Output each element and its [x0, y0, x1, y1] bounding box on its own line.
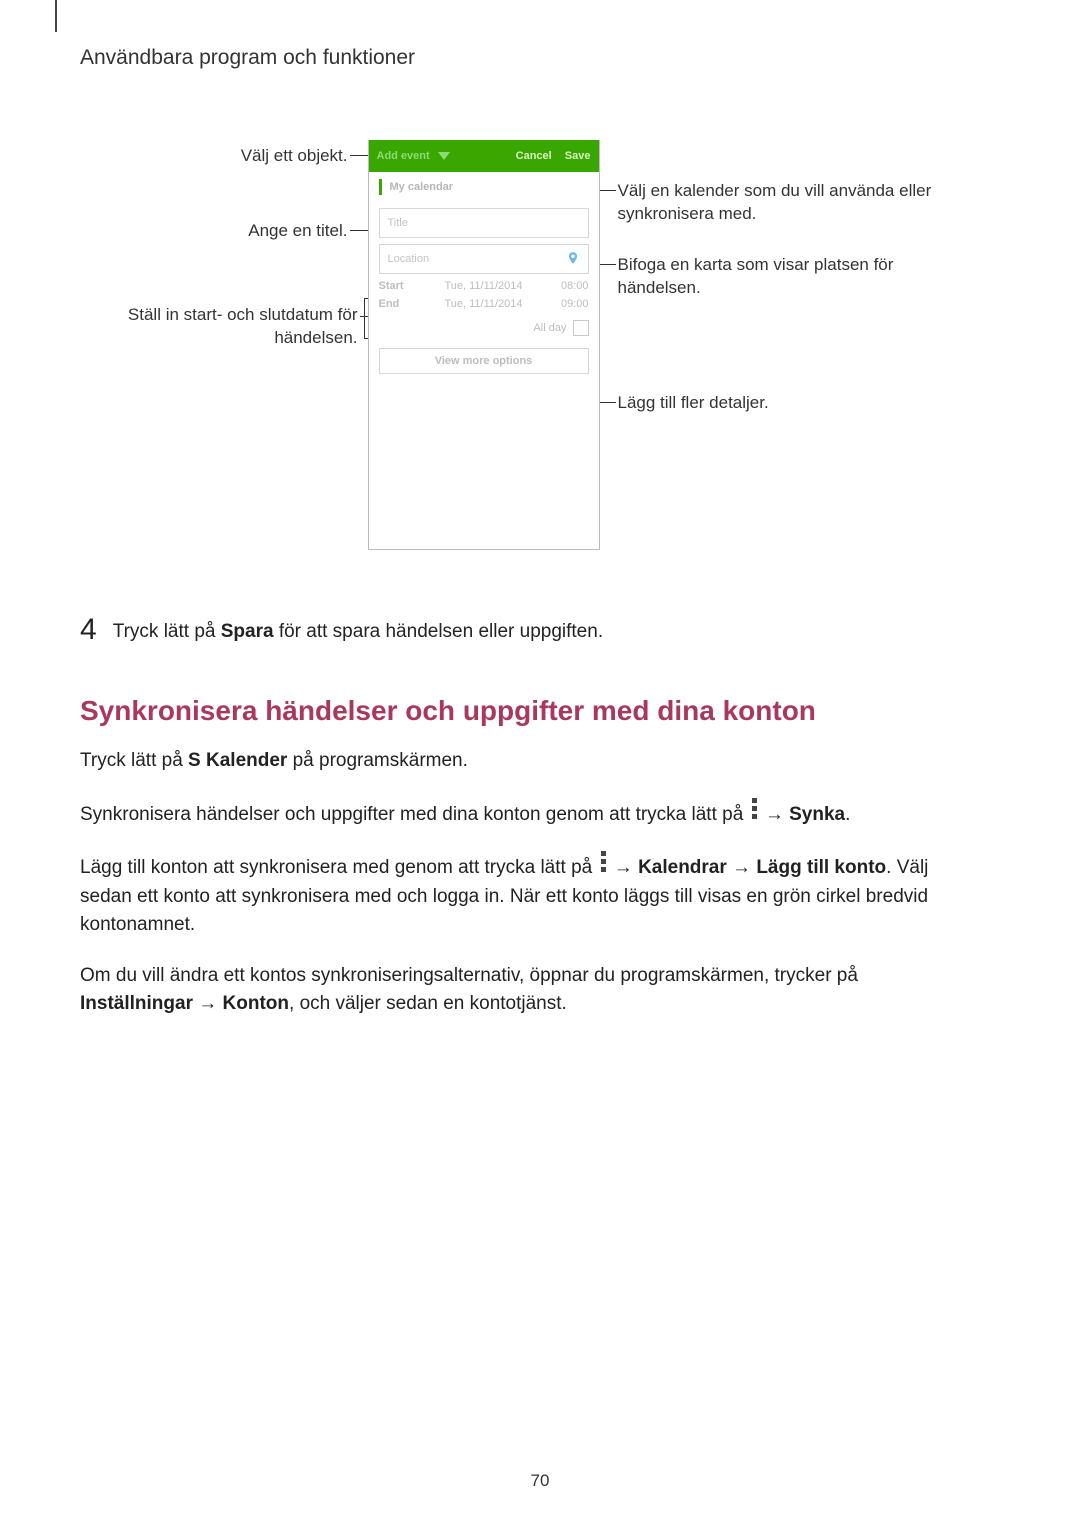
p2a: Synkronisera händelser och uppgifter med… — [80, 804, 749, 825]
cancel-button[interactable]: Cancel — [516, 150, 552, 162]
p3a: Lägg till konton att synkronisera med ge… — [80, 857, 598, 878]
allday-checkbox[interactable] — [573, 320, 589, 336]
p4rest: , och väljer sedan en kontotjänst. — [289, 993, 567, 1014]
sync-para-1: Tryck lätt på S Kalender på programskärm… — [80, 747, 975, 776]
page-header: Användbara program och funktioner — [80, 46, 1000, 70]
step-text-c: för att spara händelsen eller uppgiften. — [274, 621, 604, 642]
map-pin-icon[interactable] — [566, 251, 580, 268]
calendar-name: My calendar — [390, 181, 454, 193]
start-time: 08:00 — [545, 280, 589, 292]
chevron-down-icon[interactable] — [438, 152, 450, 160]
end-label: End — [379, 298, 423, 310]
p4c: Konton — [223, 993, 289, 1014]
save-button[interactable]: Save — [565, 150, 591, 162]
add-event-figure: Välj ett objekt. Ange en titel. Ställ in… — [68, 140, 988, 560]
location-field[interactable]: Location — [379, 244, 589, 274]
callout-title: Ange en titel. — [68, 220, 348, 243]
calendar-selector[interactable]: My calendar — [369, 172, 599, 202]
step-text-a: Tryck lätt på — [113, 621, 221, 642]
more-icon — [601, 851, 606, 875]
sync-para-2: Synkronisera händelser och uppgifter med… — [80, 798, 975, 830]
p1a: Tryck lätt på — [80, 750, 188, 771]
manual-page: Användbara program och funktioner Välj e… — [0, 0, 1080, 1527]
p2b: Synka — [789, 804, 845, 825]
p4arrow: → — [193, 993, 223, 1014]
leadbracket — [364, 298, 365, 338]
callout-dates: Ställ in start- och slutdatum för händel… — [68, 304, 358, 350]
sync-heading: Synkronisera händelser och uppgifter med… — [80, 695, 1000, 727]
view-more-button[interactable]: View more options — [379, 348, 589, 374]
title-field[interactable]: Title — [379, 208, 589, 238]
title-placeholder: Title — [388, 217, 408, 229]
p2arrow: → — [760, 804, 790, 825]
p3arrow2: → — [727, 857, 757, 878]
p4a: Om du vill ändra ett kontos synkroniseri… — [80, 965, 858, 986]
leadline — [350, 155, 370, 156]
leadline — [600, 190, 616, 191]
p4b: Inställningar — [80, 993, 193, 1014]
p1c: på programskärmen. — [287, 750, 468, 771]
page-number: 70 — [0, 1471, 1080, 1491]
location-placeholder: Location — [388, 253, 430, 265]
step-text: Tryck lätt på Spara för att spara händel… — [113, 615, 603, 643]
start-row[interactable]: Start Tue, 11/11/2014 08:00 — [379, 280, 589, 292]
p3c: Lägg till konto — [756, 857, 886, 878]
p1b: S Kalender — [188, 750, 287, 771]
start-label: Start — [379, 280, 423, 292]
top-margin-tick — [55, 0, 57, 32]
p3arrow: → — [609, 857, 639, 878]
end-time: 09:00 — [545, 298, 589, 310]
step-text-bold: Spara — [221, 621, 274, 642]
allday-label: All day — [533, 322, 566, 334]
titlebar-label[interactable]: Add event — [377, 150, 430, 162]
step-number: 4 — [80, 615, 97, 645]
callout-select-object: Välj ett objekt. — [68, 145, 348, 168]
step-4: 4 Tryck lätt på Spara för att spara händ… — [80, 615, 1000, 645]
end-row[interactable]: End Tue, 11/11/2014 09:00 — [379, 298, 589, 310]
sync-para-4: Om du vill ändra ett kontos synkroniseri… — [80, 962, 975, 1019]
titlebar: Add event Cancel Save — [369, 140, 599, 172]
view-more-label: View more options — [435, 355, 533, 367]
p3b: Kalendrar — [638, 857, 727, 878]
p2dot: . — [845, 804, 850, 825]
sync-para-3: Lägg till konton att synkronisera med ge… — [80, 851, 975, 940]
callout-more: Lägg till fler detaljer. — [618, 392, 918, 415]
more-icon — [752, 798, 757, 822]
start-date: Tue, 11/11/2014 — [423, 280, 545, 292]
phone-mock: Add event Cancel Save My calendar Title … — [368, 140, 600, 550]
calendar-color-bar — [379, 179, 382, 195]
end-date: Tue, 11/11/2014 — [423, 298, 545, 310]
allday-row[interactable]: All day — [369, 316, 599, 340]
callout-calendar: Välj en kalender som du vill använda ell… — [618, 180, 938, 226]
p3dot: . — [886, 857, 897, 878]
callout-map: Bifoga en karta som visar platsen för hä… — [618, 254, 948, 300]
